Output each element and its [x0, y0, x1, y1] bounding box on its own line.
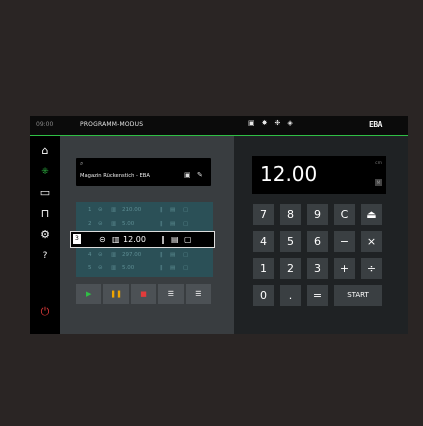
cut-number: 2 [88, 221, 92, 227]
key-button[interactable]: 6 [307, 231, 328, 252]
bin-icon: ▥ [111, 221, 117, 227]
help-icon[interactable]: ? [30, 250, 60, 262]
brand-logo: EBA [369, 120, 382, 129]
blade-icon[interactable]: ⊓ [30, 208, 60, 220]
key-button[interactable]: 1 [253, 258, 274, 279]
key-button[interactable]: × [361, 231, 382, 252]
key-button[interactable]: 0 [253, 285, 274, 306]
clock: 09:00 [36, 121, 54, 128]
key-button[interactable]: ÷ [361, 258, 382, 279]
cut-row[interactable]: 2 ⊝ ▥ 5.00 ‖ ▤ ▢ [76, 218, 213, 230]
list-indent-button[interactable]: ☰ [185, 284, 212, 304]
spacer-icon: ‖ [160, 265, 163, 271]
status-icons: ▣ ✸ ❉ ◈ [248, 119, 293, 127]
cut-value: 210.00 [122, 207, 142, 213]
key-button[interactable]: 2 [280, 258, 301, 279]
doc-icon: ▤ [170, 252, 176, 258]
start-button[interactable]: START [334, 285, 382, 306]
doc-icon: ▤ [170, 207, 176, 213]
bin-icon: ▥ [111, 207, 117, 213]
bin-icon: ▥ [112, 235, 120, 244]
key-button[interactable]: 9 [307, 204, 328, 225]
square-icon: ▢ [183, 207, 189, 213]
keypad-panel: 12.00 cm M 7 8 9 C ⏏ 4 5 6− × 1 2 3 + ÷ 0. = START [234, 136, 408, 334]
value-display: 12.00 cm M [252, 156, 386, 194]
save-icon[interactable]: ▣ [184, 171, 191, 179]
spacer-icon: ‖ [161, 235, 165, 244]
clamp-icon: ⊝ [98, 265, 103, 271]
cut-list[interactable]: 1 ⊝ ▥ 210.00 ‖ ▤ ▢ 2 ⊝ ▥ 5.00 ‖ ▤ ▢ 3 ⊝ ▥ 12.00 ‖ ▤ ▢ 4 ⊝ ▥ 297.… [70, 202, 215, 277]
cut-value: 5.00 [122, 265, 135, 271]
cut-number: 3 [73, 234, 81, 244]
display-unit: cm [375, 161, 382, 166]
magazine-field[interactable]: ⌕ Magazin Rückenstich - EBA ▣ ✎ [76, 158, 211, 186]
key-button[interactable]: 5 [280, 231, 301, 252]
edit-icon[interactable]: ✎ [197, 171, 203, 179]
magazine-title: Magazin Rückenstich - EBA [80, 173, 150, 179]
square-icon: ▢ [183, 252, 189, 258]
cut-row[interactable]: 1 ⊝ ▥ 210.00 ‖ ▤ ▢ [76, 204, 213, 216]
settings-icon[interactable]: ⚙ [30, 229, 60, 241]
key-button[interactable]: 3 [307, 258, 328, 279]
clamp-icon: ⊝ [98, 207, 103, 213]
clamp-icon: ⊝ [98, 221, 103, 227]
program-panel: ⌕ Magazin Rückenstich - EBA ▣ ✎ 1 ⊝ ▥ 210.0… [60, 136, 234, 334]
program-controls: ▶ ❚❚ ■ ☰ ☰ [76, 284, 212, 304]
doc-icon: ▤ [170, 221, 176, 227]
cut-row[interactable]: 3 ⊝ ▥ 12.00 ‖ ▤ ▢ [70, 231, 215, 248]
cut-value: 5.00 [122, 221, 135, 227]
spacer-icon: ‖ [160, 221, 163, 227]
move-icon[interactable]: ⁜ [30, 166, 60, 178]
square-icon: ▢ [183, 265, 189, 271]
cut-number: 4 [88, 252, 92, 258]
folder-icon[interactable]: ▭ [30, 187, 60, 199]
speaker-icon: ◈ [287, 119, 293, 127]
top-bar: 09:00 PROGRAMM-MODUS ▣ ✸ ❉ ◈ EBA [30, 116, 408, 136]
spacer-icon: ‖ [160, 252, 163, 258]
key-button[interactable]: 8 [280, 204, 301, 225]
play-button[interactable]: ▶ [76, 284, 102, 304]
display-value: 12.00 [260, 162, 318, 186]
home-icon[interactable]: ⌂ [30, 145, 60, 157]
clamp-icon: ⊝ [99, 235, 106, 244]
key-button[interactable]: − [334, 231, 355, 252]
lock-icon: M [375, 179, 382, 186]
cut-row[interactable]: 5 ⊝ ▥ 5.00 ‖ ▤ ▢ [76, 262, 213, 274]
gear-dot-icon: ❉ [274, 119, 281, 127]
square-icon: ▢ [183, 221, 189, 227]
key-button[interactable]: ⏏ [361, 204, 382, 225]
cut-number: 5 [88, 265, 92, 271]
cut-row[interactable]: 4 ⊝ ▥ 297.00 ‖ ▤ ▢ [76, 249, 213, 261]
key-button[interactable]: + [334, 258, 355, 279]
bin-icon: ▣ [248, 119, 255, 127]
clamp-icon: ⊝ [98, 252, 103, 258]
power-icon[interactable]: ⏻ [30, 306, 60, 318]
bin-icon: ▥ [111, 252, 117, 258]
key-button[interactable]: = [307, 285, 328, 306]
sun-icon: ✸ [261, 119, 268, 127]
square-icon: ▢ [184, 235, 192, 244]
key-button[interactable]: C [334, 204, 355, 225]
mode-title: PROGRAMM-MODUS [80, 121, 144, 128]
key-button[interactable]: . [280, 285, 301, 306]
cut-number: 1 [88, 207, 92, 213]
machine-screen: 09:00 PROGRAMM-MODUS ▣ ✸ ❉ ◈ EBA ⌂ ⁜ ▭ ⊓… [30, 116, 408, 334]
key-button[interactable]: 7 [253, 204, 274, 225]
pause-button[interactable]: ❚❚ [103, 284, 129, 304]
key-button[interactable]: 4 [253, 231, 274, 252]
doc-icon: ▤ [171, 235, 179, 244]
cut-value: 297.00 [122, 252, 142, 258]
stop-button[interactable]: ■ [130, 284, 157, 304]
doc-icon: ▤ [170, 265, 176, 271]
bin-icon: ▥ [111, 265, 117, 271]
sidebar: ⌂ ⁜ ▭ ⊓ ⚙ ? ⏻ [30, 136, 60, 334]
search-icon[interactable]: ⌕ [80, 160, 83, 168]
cut-value: 12.00 [123, 235, 146, 244]
list-button[interactable]: ☰ [158, 284, 184, 304]
spacer-icon: ‖ [160, 207, 163, 213]
